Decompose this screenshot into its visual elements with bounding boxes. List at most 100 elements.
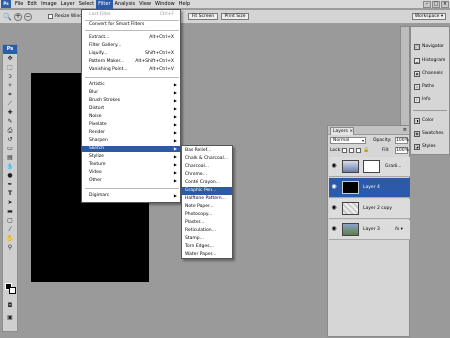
crop-tool-icon[interactable]: ⌗ — [4, 91, 16, 99]
dock-item-channels[interactable]: ◉ Channels — [412, 68, 450, 80]
sketch-item-conte-crayon[interactable]: Conté Crayon... — [182, 179, 232, 187]
panel-menu-icon[interactable]: ≡ — [403, 127, 407, 134]
menu-layer[interactable]: Layer — [59, 0, 77, 9]
lock-transparency-icon[interactable] — [342, 148, 347, 153]
menu-item-noise[interactable]: Noise ▶ — [82, 114, 180, 120]
blur-tool-icon[interactable]: 💧 — [4, 163, 16, 171]
menu-edit[interactable]: Edit — [25, 0, 39, 9]
sketch-item-chalk-charcoal[interactable]: Chalk & Charcoal... — [182, 155, 232, 163]
menu-item-distort[interactable]: Distort ▶ — [82, 106, 180, 112]
eraser-tool-icon[interactable]: ▭ — [4, 145, 16, 153]
menu-file[interactable]: File — [13, 0, 25, 9]
menu-select[interactable]: Select — [77, 0, 96, 9]
menu-filter[interactable]: Filter — [96, 0, 113, 9]
hand-tool-icon[interactable]: ✋ — [4, 235, 16, 243]
shape-tool-icon[interactable]: ▬ — [4, 208, 16, 216]
fill-input[interactable]: 100% — [395, 147, 409, 154]
magic-wand-icon[interactable]: ✧ — [4, 82, 16, 90]
menu-item-sharpen[interactable]: Sharpen ▶ — [82, 138, 180, 144]
lock-all-icon[interactable]: 🔒 — [363, 147, 369, 154]
sketch-item-graphic-pen[interactable]: Graphic Pen... — [182, 187, 232, 195]
menu-item-pattern-maker[interactable]: Pattern Maker... Alt+Shift+Ctrl+X — [82, 59, 180, 65]
menu-item-render[interactable]: Render ▶ — [82, 130, 180, 136]
move-tool-icon[interactable]: ✥ — [4, 55, 16, 63]
resize-windows-checkbox[interactable] — [48, 14, 53, 19]
history-brush-icon[interactable]: ↺ — [4, 136, 16, 144]
dock-item-color[interactable]: ◑ Color — [412, 115, 450, 127]
dock-item-navigator[interactable]: ◰ Navigator — [412, 41, 450, 53]
sketch-item-halftone-pattern[interactable]: Halftone Pattern... — [182, 195, 232, 203]
menu-item-stylize[interactable]: Stylize ▶ — [82, 154, 180, 160]
menu-item-video[interactable]: Video ▶ — [82, 170, 180, 176]
sketch-item-stamp[interactable]: Stamp... — [182, 235, 232, 243]
sketch-item-bas-relief[interactable]: Bas Relief... — [182, 147, 232, 155]
layer-row-layer-4[interactable]: ◉ Layer 4 — [329, 178, 410, 198]
visibility-eye-icon[interactable]: ◉ — [331, 163, 337, 169]
layer-row-layer-2-copy[interactable]: ◉ Layer 2 copy — [329, 199, 410, 219]
visibility-eye-icon[interactable]: ◉ — [331, 184, 337, 190]
menu-item-extract[interactable]: Extract... Alt+Ctrl+X — [82, 35, 180, 41]
menu-item-vanishing-point[interactable]: Vanishing Point... Alt+Ctrl+V — [82, 67, 180, 73]
menu-analysis[interactable]: Analysis — [113, 0, 138, 9]
minimize-icon[interactable]: – — [423, 0, 431, 8]
menu-item-pixelate[interactable]: Pixelate ▶ — [82, 122, 180, 128]
dock-item-paths[interactable]: ◇ Paths — [412, 81, 450, 93]
dock-item-info[interactable]: i Info — [412, 94, 450, 106]
pen-tool-icon[interactable]: ✒ — [4, 181, 16, 189]
menu-item-artistic[interactable]: Artistic ▶ — [82, 82, 180, 88]
menu-item-filter-gallery[interactable]: Filter Gallery... — [82, 43, 180, 49]
eyedropper-tool-icon[interactable]: ⁄ — [4, 226, 16, 234]
menu-image[interactable]: Image — [39, 0, 59, 9]
healing-brush-icon[interactable]: ✚ — [4, 109, 16, 117]
background-color-swatch[interactable] — [9, 287, 16, 294]
zoom-out-icon[interactable]: − — [24, 13, 32, 21]
blend-mode-select[interactable]: Normal ▾ — [330, 137, 366, 144]
notes-tool-icon[interactable]: ▢ — [4, 217, 16, 225]
menu-help[interactable]: Help — [177, 0, 192, 9]
layers-tab[interactable]: Layers × — [330, 127, 354, 135]
path-selection-icon[interactable]: ➤ — [4, 199, 16, 207]
sketch-item-plaster[interactable]: Plaster... — [182, 219, 232, 227]
menu-item-liquify[interactable]: Liquify... Shift+Ctrl+X — [82, 51, 180, 57]
clone-stamp-icon[interactable]: ⎙ — [4, 127, 16, 135]
layer-effects-icon[interactable]: fx ▾ — [395, 220, 403, 240]
sketch-item-torn-edges[interactable]: Torn Edges... — [182, 243, 232, 251]
zoom-tool-side-icon[interactable]: ⚲ — [4, 244, 16, 252]
layer-row-gradient[interactable]: ◉ Gradi... — [329, 157, 410, 177]
menu-item-other[interactable]: Other ▶ — [82, 178, 180, 184]
brush-tool-icon[interactable]: ✎ — [4, 118, 16, 126]
sketch-item-photocopy[interactable]: Photocopy... — [182, 211, 232, 219]
quick-mask-icon[interactable]: ◘ — [4, 302, 16, 310]
menu-view[interactable]: View — [137, 0, 153, 9]
dodge-tool-icon[interactable]: ● — [4, 172, 16, 180]
dock-item-histogram[interactable]: ▁ Histogram — [412, 55, 450, 67]
menu-item-convert-smart-filters[interactable]: Convert for Smart Filters — [82, 22, 180, 28]
zoom-in-icon[interactable]: + — [14, 13, 22, 21]
menu-item-sketch[interactable]: Sketch ▶ — [82, 146, 180, 152]
lock-image-icon[interactable] — [349, 148, 354, 153]
fit-screen-button[interactable]: Fit Screen — [188, 13, 218, 20]
marquee-tool-icon[interactable]: ⬚ — [4, 64, 16, 72]
maximize-icon[interactable]: □ — [432, 0, 440, 8]
sketch-item-note-paper[interactable]: Note Paper... — [182, 203, 232, 211]
lasso-tool-icon[interactable]: ↄ — [4, 73, 16, 81]
layer-row-layer-3[interactable]: ◉ Layer 3 fx ▾ — [329, 220, 410, 240]
close-icon[interactable]: × — [441, 0, 449, 8]
visibility-eye-icon[interactable]: ◉ — [331, 226, 337, 232]
visibility-eye-icon[interactable]: ◉ — [331, 205, 337, 211]
sketch-item-charcoal[interactable]: Charcoal... — [182, 163, 232, 171]
gradient-tool-icon[interactable]: ▤ — [4, 154, 16, 162]
sketch-item-water-paper[interactable]: Water Paper... — [182, 251, 232, 259]
sketch-item-chrome[interactable]: Chrome... — [182, 171, 232, 179]
print-size-button[interactable]: Print Size — [221, 13, 249, 20]
menu-item-blur[interactable]: Blur ▶ — [82, 90, 180, 96]
menu-item-brush-strokes[interactable]: Brush Strokes ▶ — [82, 98, 180, 104]
menu-item-digimarc[interactable]: Digimarc ▶ — [82, 193, 180, 199]
slice-tool-icon[interactable]: ⟋ — [4, 100, 16, 108]
workspace-button[interactable]: Workspace ▾ — [412, 13, 446, 20]
type-tool-icon[interactable]: T — [4, 190, 16, 198]
opacity-input[interactable]: 100% — [395, 137, 409, 144]
menu-item-texture[interactable]: Texture ▶ — [82, 162, 180, 168]
sketch-item-reticulation[interactable]: Reticulation... — [182, 227, 232, 235]
dock-item-swatches[interactable]: ▦ Swatches — [412, 128, 450, 140]
